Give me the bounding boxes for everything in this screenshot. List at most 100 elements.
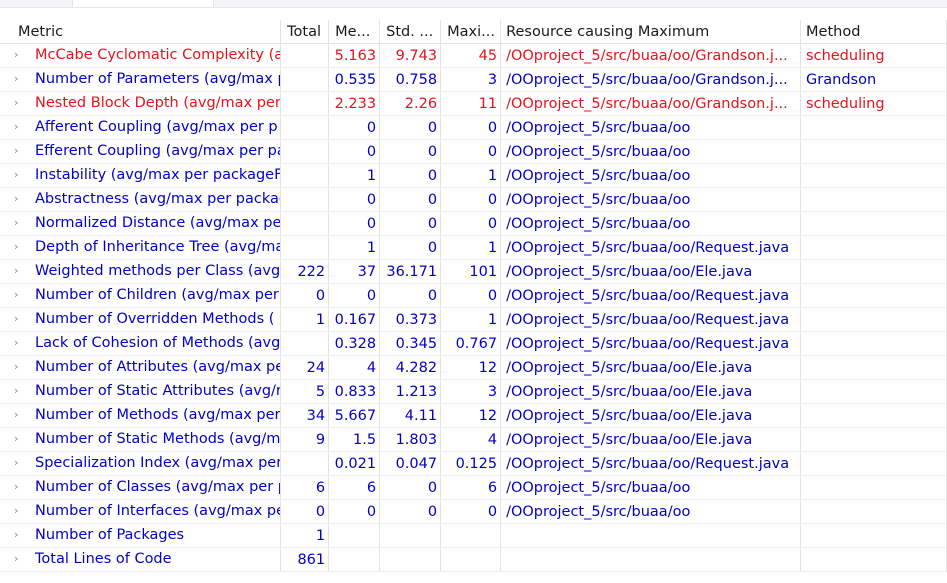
column-header-std-dev[interactable]: Std. ... bbox=[379, 20, 442, 44]
metric-cell: › McCabe Cyclomatic Complexity (av bbox=[0, 43, 282, 68]
method-cell bbox=[800, 379, 947, 404]
expand-chevron-icon[interactable]: › bbox=[14, 116, 24, 138]
maximum-cell: 1 bbox=[440, 307, 502, 332]
method-cell bbox=[800, 475, 947, 500]
mean-cell bbox=[328, 547, 381, 572]
method-cell bbox=[800, 187, 947, 212]
table-row[interactable]: › Number of Children (avg/max per 0 0 0 0/OOp… bbox=[0, 283, 947, 308]
resource-cell: /OOproject_5/src/buaa/oo bbox=[500, 499, 802, 524]
resource-cell: /OOproject_5/src/buaa/oo/Grandson.j... bbox=[500, 67, 802, 92]
table-row[interactable]: › Number of Methods (avg/max per 34 5.667 4.… bbox=[0, 403, 947, 428]
expand-chevron-icon[interactable]: › bbox=[14, 92, 24, 114]
resource-cell: /OOproject_5/src/buaa/oo bbox=[500, 163, 802, 188]
expand-chevron-icon[interactable]: › bbox=[14, 260, 24, 282]
maximum-cell: 0 bbox=[440, 499, 502, 524]
expand-chevron-icon[interactable]: › bbox=[14, 548, 24, 570]
total-cell bbox=[280, 331, 330, 356]
total-cell: 1 bbox=[280, 523, 330, 548]
expand-chevron-icon[interactable]: › bbox=[14, 524, 24, 546]
metric-name: Normalized Distance (avg/max pe bbox=[35, 215, 281, 231]
mean-cell: 37 bbox=[328, 259, 381, 284]
expand-chevron-icon[interactable]: › bbox=[14, 68, 24, 90]
table-row[interactable]: › Number of Classes (avg/max per p 6 6 0 6/OO… bbox=[0, 475, 947, 500]
expand-chevron-icon[interactable]: › bbox=[14, 500, 24, 522]
resource-cell: /OOproject_5/src/buaa/oo bbox=[500, 187, 802, 212]
metric-cell: › Number of Static Methods (avg/m bbox=[0, 427, 282, 452]
expand-chevron-icon[interactable]: › bbox=[14, 380, 24, 402]
metric-cell: › Number of Methods (avg/max per bbox=[0, 403, 282, 428]
total-cell: 0 bbox=[280, 283, 330, 308]
mean-cell: 2.233 bbox=[328, 91, 381, 116]
editor-tab[interactable] bbox=[72, 0, 214, 7]
resource-cell: /OOproject_5/src/buaa/oo/Ele.java bbox=[500, 403, 802, 428]
table-row[interactable]: › Number of Overridden Methods (1 0.167 0.3… bbox=[0, 307, 947, 332]
mean-cell: 0.167 bbox=[328, 307, 381, 332]
metric-cell: › Number of Packages bbox=[0, 523, 282, 548]
metric-name: Number of Packages bbox=[35, 527, 185, 543]
table-row[interactable]: › Number of Static Methods (avg/m 9 1.5 1.80… bbox=[0, 427, 947, 452]
metric-cell: › Instability (avg/max per packageFr bbox=[0, 163, 282, 188]
mean-cell: 6 bbox=[328, 475, 381, 500]
resource-cell: /OOproject_5/src/buaa/oo/Grandson.j... bbox=[500, 91, 802, 116]
std-dev-cell: 0.345 bbox=[379, 331, 442, 356]
table-row[interactable]: › Number of Static Attributes (avg/r 5 0.83… bbox=[0, 379, 947, 404]
expand-chevron-icon[interactable]: › bbox=[14, 308, 24, 330]
metric-cell: › Number of Attributes (avg/max pe bbox=[0, 355, 282, 380]
method-cell: scheduling bbox=[800, 43, 947, 68]
metric-name: Number of Overridden Methods ( bbox=[35, 311, 275, 327]
table-row[interactable]: › Lack of Cohesion of Methods (avg 0.328 0.… bbox=[0, 331, 947, 356]
column-header-method[interactable]: Method bbox=[800, 20, 947, 44]
expand-chevron-icon[interactable]: › bbox=[14, 212, 24, 234]
expand-chevron-icon[interactable]: › bbox=[14, 476, 24, 498]
method-cell bbox=[800, 547, 947, 572]
std-dev-cell: 4.282 bbox=[379, 355, 442, 380]
expand-chevron-icon[interactable]: › bbox=[14, 140, 24, 162]
expand-chevron-icon[interactable]: › bbox=[14, 44, 24, 66]
table-row[interactable]: › Number of Attributes (avg/max pe 24 4 4.28… bbox=[0, 355, 947, 380]
maximum-cell bbox=[440, 547, 502, 572]
expand-chevron-icon[interactable]: › bbox=[14, 236, 24, 258]
table-row[interactable]: › Depth of Inheritance Tree (avg/ma 1 0 1/OO… bbox=[0, 235, 947, 260]
table-row[interactable]: › Number of Parameters (avg/max p 0.535 0.7… bbox=[0, 67, 947, 92]
table-row[interactable]: › Number of Interfaces (avg/max pe 0 0 0 0/OO… bbox=[0, 499, 947, 524]
column-header-maximum[interactable]: Maxi... bbox=[440, 20, 502, 44]
maximum-cell: 0 bbox=[440, 211, 502, 236]
table-row[interactable]: › Efferent Coupling (avg/max per pa 0 0 0/OO… bbox=[0, 139, 947, 164]
method-cell bbox=[800, 451, 947, 476]
expand-chevron-icon[interactable]: › bbox=[14, 428, 24, 450]
metric-cell: › Total Lines of Code bbox=[0, 547, 282, 572]
expand-chevron-icon[interactable]: › bbox=[14, 188, 24, 210]
mean-cell: 0 bbox=[328, 139, 381, 164]
expand-chevron-icon[interactable]: › bbox=[14, 164, 24, 186]
expand-chevron-icon[interactable]: › bbox=[14, 356, 24, 378]
column-header-total[interactable]: Total bbox=[280, 20, 330, 44]
metric-name: Weighted methods per Class (avg bbox=[35, 263, 281, 279]
expand-chevron-icon[interactable]: › bbox=[14, 284, 24, 306]
column-header-resource[interactable]: Resource causing Maximum bbox=[500, 20, 802, 44]
maximum-cell: 101 bbox=[440, 259, 502, 284]
expand-chevron-icon[interactable]: › bbox=[14, 332, 24, 354]
table-row[interactable]: › Total Lines of Code 861 bbox=[0, 547, 947, 572]
table-row[interactable]: › Specialization Index (avg/max per 0.021 0… bbox=[0, 451, 947, 476]
total-cell bbox=[280, 211, 330, 236]
table-row[interactable]: › McCabe Cyclomatic Complexity (av 5.163 9.… bbox=[0, 43, 947, 68]
table-row[interactable]: › Nested Block Depth (avg/max per 2.233 2.2… bbox=[0, 91, 947, 116]
maximum-cell: 12 bbox=[440, 355, 502, 380]
expand-chevron-icon[interactable]: › bbox=[14, 404, 24, 426]
mean-cell bbox=[328, 523, 381, 548]
metric-name: Instability (avg/max per packageFr bbox=[35, 167, 281, 183]
table-row[interactable]: › Afferent Coupling (avg/max per p 0 0 0/OOp… bbox=[0, 115, 947, 140]
maximum-cell bbox=[440, 523, 502, 548]
table-row[interactable]: › Number of Packages 1 bbox=[0, 523, 947, 548]
column-header-metric[interactable]: Metric bbox=[0, 20, 282, 44]
std-dev-cell: 0.758 bbox=[379, 67, 442, 92]
method-cell bbox=[800, 115, 947, 140]
metric-name: Number of Interfaces (avg/max pe bbox=[35, 503, 281, 519]
table-row[interactable]: › Abstractness (avg/max per packag 0 0 0/OOp… bbox=[0, 187, 947, 212]
table-row[interactable]: › Instability (avg/max per packageFr 1 0 1/O… bbox=[0, 163, 947, 188]
expand-chevron-icon[interactable]: › bbox=[14, 452, 24, 474]
column-header-mean[interactable]: Me... bbox=[328, 20, 381, 44]
table-row[interactable]: › Weighted methods per Class (avg 222 37 36.… bbox=[0, 259, 947, 284]
mean-cell: 5.163 bbox=[328, 43, 381, 68]
table-row[interactable]: › Normalized Distance (avg/max pe 0 0 0/OOpr… bbox=[0, 211, 947, 236]
